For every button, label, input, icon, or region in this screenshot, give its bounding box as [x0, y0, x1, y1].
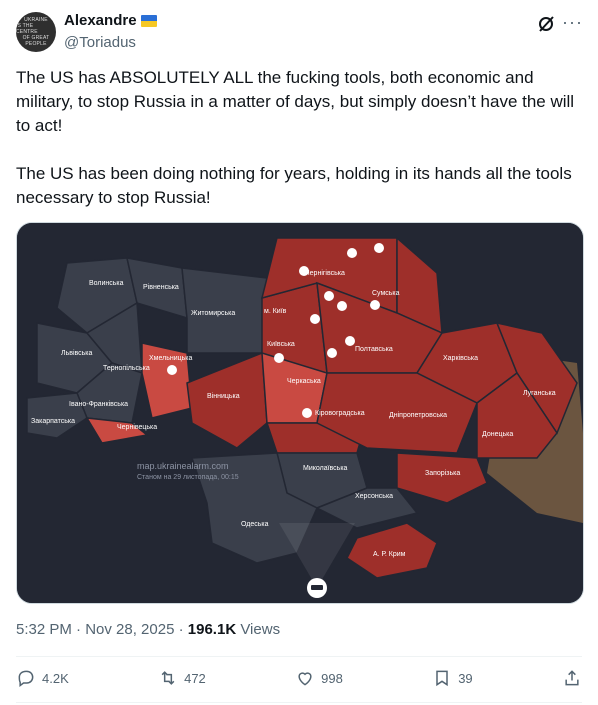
- label-dnipropetrovska: Дніпропетровська: [389, 411, 447, 419]
- label-ivanofrankivska: Івано-Франківська: [69, 400, 128, 408]
- label-kharkivska: Харківська: [443, 354, 478, 362]
- label-chernivetska: Чернівецька: [117, 423, 157, 431]
- views-label: Views: [240, 621, 281, 638]
- tweet-paragraph-1: The US has ABSOLUTELY ALL the fucking to…: [16, 68, 575, 135]
- label-cherkaska: Черкаська: [287, 378, 321, 385]
- bookmark-button[interactable]: 39: [432, 668, 473, 688]
- author-handle[interactable]: @Toriadus: [64, 34, 136, 51]
- reply-button[interactable]: 4.2K: [16, 668, 69, 688]
- bookmark-icon: [436, 670, 448, 687]
- author-name[interactable]: Alexandre: [64, 12, 157, 29]
- share-button[interactable]: [562, 668, 582, 688]
- label-lvivska: Львівська: [61, 349, 93, 357]
- label-kirovohradska: Кіровоградська: [315, 409, 365, 417]
- label-zhytomyrska: Житомирська: [191, 310, 235, 317]
- views-count: 196.1K: [187, 621, 237, 638]
- more-icon[interactable]: ···: [562, 12, 583, 33]
- label-poltavska: Полтавська: [355, 346, 393, 353]
- map-watermark-date: Станом на 29 листопада, 00:15: [137, 474, 239, 481]
- label-zakarpatska: Закарпатська: [31, 418, 75, 425]
- label-rivnenska: Рівненська: [143, 283, 179, 291]
- like-count: 998: [321, 670, 343, 686]
- share-icon: [565, 670, 579, 686]
- bookmark-count: 39: [458, 670, 473, 686]
- repost-button[interactable]: 472: [158, 668, 206, 688]
- reply-icon: [18, 670, 34, 687]
- display-name[interactable]: Alexandre: [64, 12, 137, 29]
- meta-separator: ·: [178, 621, 184, 638]
- label-ternopilska: Тернопільська: [103, 364, 150, 372]
- avatar-text-4: PEOPLE: [25, 41, 47, 47]
- tweet-meta: 5:32 PM · Nov 28, 2025 · 196.1K Views: [16, 621, 280, 638]
- ukraine-flag-icon: [140, 14, 157, 27]
- ukraine-alert-map: Волинська Рівненська Житомирська Чернігі…: [17, 223, 583, 603]
- label-vinnytska: Вінницька: [207, 392, 240, 400]
- like-button[interactable]: 998: [295, 668, 343, 688]
- grok-icon[interactable]: [536, 14, 556, 34]
- label-luhanska: Луганська: [523, 390, 556, 397]
- label-zaporizka: Запорізька: [425, 469, 460, 477]
- label-volynska: Волинська: [89, 280, 124, 287]
- label-odeska: Одеська: [241, 521, 269, 528]
- tweet-text: The US has ABSOLUTELY ALL the fucking to…: [16, 66, 576, 210]
- label-kyiv: м. Київ: [264, 308, 287, 315]
- label-kyivska: Київська: [267, 341, 295, 348]
- repost-icon: [161, 671, 175, 685]
- label-sumska: Сумська: [372, 290, 400, 297]
- map-watermark-site: map.ukrainealarm.com: [137, 461, 229, 471]
- like-icon: [298, 672, 312, 686]
- label-mykolaivska: Миколаївська: [303, 465, 348, 472]
- label-khmelnytska: Хмельницька: [149, 355, 193, 362]
- label-khersonska: Херсонська: [355, 493, 393, 500]
- label-chernihivska: Чернігівська: [305, 269, 345, 277]
- label-donetska: Донецька: [482, 431, 513, 438]
- divider-bottom: [16, 702, 582, 703]
- avatar-text-2: IS THE CENTRE: [16, 23, 38, 35]
- tweet-time[interactable]: 5:32 PM · Nov 28, 2025: [16, 621, 174, 638]
- tweet-paragraph-2: The US has been doing nothing for years,…: [16, 164, 572, 207]
- label-krym: А. Р. Крим: [373, 551, 406, 558]
- reply-count: 4.2K: [42, 670, 69, 686]
- action-bar: 4.2K 472 998 39: [16, 668, 582, 688]
- avatar[interactable]: UKRAINE IS THE CENTRE OF GREAT PEOPLE: [16, 12, 56, 52]
- repost-count: 472: [184, 670, 206, 686]
- divider-top: [16, 656, 582, 657]
- tweet-media-map[interactable]: Волинська Рівненська Житомирська Чернігі…: [16, 222, 584, 604]
